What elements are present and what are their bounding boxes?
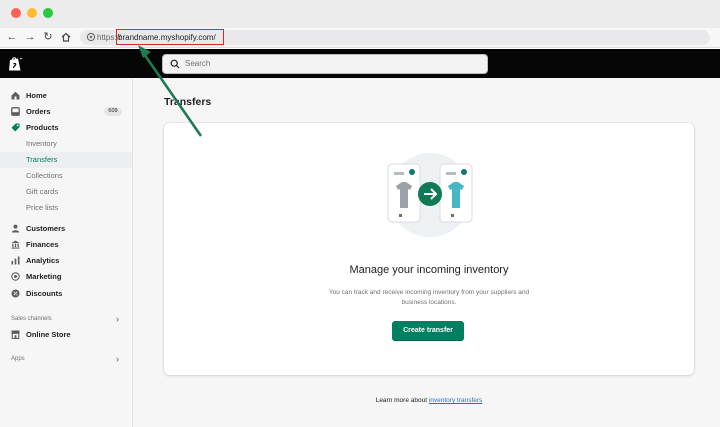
sidebar-item-label: Price lists (26, 203, 59, 212)
store-icon (11, 330, 20, 339)
shopify-logo-icon[interactable] (8, 56, 22, 72)
search-input[interactable]: Search (162, 54, 488, 74)
home-icon (11, 91, 20, 100)
home-icon[interactable] (60, 30, 72, 44)
sidebar-item-label: Collections (26, 171, 63, 180)
sidebar-item-label: Online Store (26, 330, 71, 339)
sidebar-item-price-lists[interactable]: Price lists (0, 200, 132, 216)
apps-label: Apps (11, 356, 25, 362)
search-placeholder: Search (185, 59, 211, 68)
sidebar-item-label: Home (26, 91, 47, 100)
sidebar-item-label: Discounts (26, 289, 63, 298)
close-window-button[interactable] (11, 8, 21, 18)
back-icon[interactable]: ← (6, 30, 18, 44)
empty-state-heading: Manage your incoming inventory (349, 264, 509, 276)
sidebar-item-label: Marketing (26, 272, 62, 281)
sidebar-item-finances[interactable]: Finances (0, 237, 132, 253)
footer-help: Learn more about inventory transfers (164, 396, 694, 406)
chevron-right-icon[interactable]: › (116, 355, 124, 364)
sidebar-item-label: Products (26, 123, 59, 132)
browser-titlebar (0, 0, 720, 28)
discount-icon (11, 289, 20, 298)
url-domain: brandname.myshopify.com/ (118, 33, 216, 42)
sales-channels-label: Sales channels (11, 316, 52, 322)
sidebar-item-label: Customers (26, 224, 66, 233)
forward-icon[interactable]: → (24, 30, 36, 44)
minimize-window-button[interactable] (27, 8, 37, 18)
transfer-illustration-icon (387, 153, 473, 237)
sidebar-item-label: Finances (26, 240, 59, 249)
footer-help-text: Learn more about (375, 397, 428, 404)
sidebar-item-analytics[interactable]: Analytics (0, 253, 132, 269)
address-bar[interactable]: https:// brandname.myshopify.com/ (80, 30, 710, 45)
sidebar-item-collections[interactable]: Collections (0, 168, 132, 184)
bar-chart-icon (11, 256, 20, 265)
sidebar-item-online-store[interactable]: Online Store (0, 327, 132, 343)
site-info-icon[interactable] (86, 32, 96, 42)
orders-count-badge: 609 (104, 107, 122, 116)
orders-icon (11, 107, 20, 116)
empty-state-description: You can track and receive incoming inven… (328, 289, 530, 306)
person-icon (11, 224, 20, 233)
create-transfer-button[interactable]: Create transfer (392, 321, 464, 341)
sidebar-item-orders[interactable]: Orders 609 (0, 104, 132, 120)
sidebar-item-marketing[interactable]: Marketing (0, 269, 132, 285)
page-title: Transfers (164, 96, 212, 108)
sidebar-item-customers[interactable]: Customers (0, 221, 132, 237)
search-icon (170, 59, 180, 69)
sidebar-item-label: Inventory (26, 139, 57, 148)
sidebar-item-label: Transfers (26, 155, 58, 164)
sidebar-item-inventory[interactable]: Inventory (0, 136, 132, 152)
sidebar-item-gift-cards[interactable]: Gift cards (0, 184, 132, 200)
sidebar-item-products[interactable]: Products (0, 120, 132, 136)
reload-icon[interactable]: ↻ (42, 30, 54, 44)
sidebar-item-label: Gift cards (26, 187, 59, 196)
target-icon (11, 272, 20, 281)
maximize-window-button[interactable] (43, 8, 53, 18)
sidebar-item-transfers[interactable]: Transfers (0, 152, 132, 168)
sidebar-item-home[interactable]: Home (0, 88, 132, 104)
browser-toolbar: ← → ↻ https:// brandname.myshopify.com/ (0, 28, 720, 48)
sidebar-item-discounts[interactable]: Discounts (0, 286, 132, 302)
chevron-right-icon[interactable]: › (116, 315, 124, 324)
tag-icon (11, 123, 20, 132)
inventory-transfers-link[interactable]: inventory transfers (429, 397, 482, 404)
bank-icon (11, 240, 20, 249)
sidebar-item-label: Orders (26, 107, 51, 116)
sidebar-item-label: Analytics (26, 256, 60, 265)
